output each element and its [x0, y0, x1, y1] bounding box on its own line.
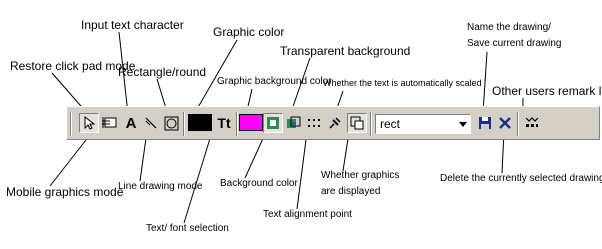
delete-x-icon — [499, 117, 511, 129]
transparent-background-icon — [286, 116, 300, 128]
delete-drawing-button[interactable] — [495, 113, 515, 133]
alignment-grid-icon — [308, 119, 320, 127]
pointer-arrow-icon — [84, 116, 96, 130]
other-users-remark-list-button[interactable] — [522, 113, 542, 133]
save-drawing-button[interactable] — [475, 113, 495, 133]
toolbar-separator — [370, 112, 372, 136]
leader-name-drawing — [482, 51, 488, 114]
line-drawing-button[interactable] — [141, 113, 161, 133]
mobile-graphics-button[interactable] — [99, 113, 119, 133]
text-alignment-point-button[interactable] — [304, 113, 324, 133]
rectangle-round-button[interactable] — [161, 113, 181, 133]
background-color-button[interactable] — [263, 113, 283, 133]
toolbar-separator — [236, 112, 238, 136]
chevron-down-icon[interactable] — [455, 114, 471, 134]
drawing-toolbar: A Tt rect — [66, 106, 600, 140]
leader-input-text — [118, 31, 129, 115]
show-graphics-icon — [350, 116, 364, 130]
text-font-selection-button[interactable]: Tt — [214, 113, 234, 133]
remark-list-icon — [525, 117, 539, 127]
move-graphics-icon — [102, 117, 117, 128]
floppy-disk-icon — [479, 117, 491, 129]
toolbar-grip — [70, 112, 72, 136]
graphic-background-color-swatch[interactable] — [239, 114, 263, 131]
transparent-background-button[interactable] — [283, 113, 303, 133]
background-color-icon — [267, 117, 279, 129]
toolbar-separator — [183, 112, 185, 136]
leader-font-selection — [183, 131, 213, 224]
text-auto-scale-button[interactable] — [325, 113, 345, 133]
leader-graphic-color — [192, 39, 238, 117]
auto-scale-pin-icon — [329, 117, 341, 129]
graphic-color-swatch[interactable] — [188, 114, 212, 131]
rectangle-round-icon — [164, 116, 178, 130]
toolbar-separator — [517, 112, 519, 136]
line-tool-icon — [145, 117, 157, 129]
restore-click-pad-button[interactable] — [79, 113, 99, 133]
show-graphics-button[interactable] — [347, 113, 367, 133]
leader-text-alignment — [296, 131, 308, 210]
input-text-button[interactable]: A — [121, 113, 141, 133]
